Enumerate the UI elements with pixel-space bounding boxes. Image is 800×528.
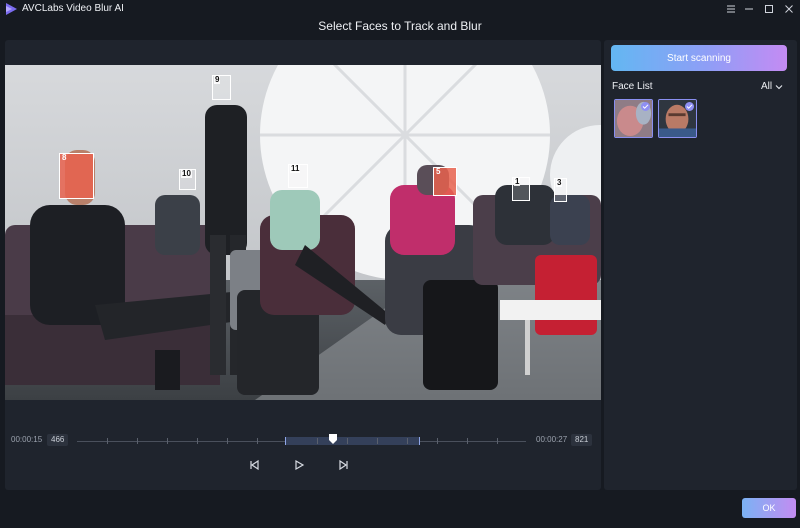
next-frame-icon[interactable] xyxy=(337,458,351,472)
tick xyxy=(167,438,168,444)
face-number: 9 xyxy=(214,75,221,84)
video-frame: 9 8 10 11 5 1 3 xyxy=(5,65,601,400)
face-thumbnail[interactable] xyxy=(614,99,653,138)
menu-icon[interactable] xyxy=(724,2,738,16)
face-filter-dropdown[interactable]: All xyxy=(761,81,783,92)
tick xyxy=(227,438,228,444)
ok-button[interactable]: OK xyxy=(742,498,796,518)
minimize-icon[interactable] xyxy=(742,2,756,16)
timeline: 00:00:15 466 00:00:27 821 xyxy=(5,434,601,448)
face-number: 3 xyxy=(556,178,563,187)
app-title: AVCLabs Video Blur AI xyxy=(22,3,124,14)
face-number: 10 xyxy=(181,169,192,178)
face-box[interactable]: 1 xyxy=(512,177,530,201)
face-number: 5 xyxy=(436,167,441,176)
face-number: 11 xyxy=(290,164,301,173)
maximize-icon[interactable] xyxy=(762,2,776,16)
timeline-track[interactable] xyxy=(77,434,526,446)
face-box[interactable]: 11 xyxy=(288,164,308,188)
face-box[interactable]: 9 xyxy=(212,75,231,100)
face-number: 8 xyxy=(62,153,67,162)
face-box[interactable]: 3 xyxy=(554,178,567,202)
tick xyxy=(257,438,258,444)
selected-check-icon xyxy=(685,102,694,111)
tick xyxy=(437,438,438,444)
face-box[interactable]: 5 xyxy=(433,167,457,196)
playback-controls xyxy=(5,458,601,472)
app-logo-icon xyxy=(6,3,17,15)
start-time: 00:00:15 xyxy=(11,435,43,444)
face-box[interactable]: 8 xyxy=(59,153,94,199)
playhead-handle[interactable] xyxy=(329,434,337,446)
tick xyxy=(497,438,498,444)
dialog-title: Select Faces to Track and Blur xyxy=(318,19,482,33)
video-player-panel: 9 8 10 11 5 1 3 00:00:15 466 00:00:27 82… xyxy=(5,40,601,490)
start-scanning-button[interactable]: Start scanning xyxy=(611,45,787,71)
end-frame[interactable]: 821 xyxy=(571,434,593,446)
selected-check-icon xyxy=(641,102,650,111)
filter-value: All xyxy=(761,81,773,92)
video-scene xyxy=(5,65,601,400)
face-list-panel: Start scanning Face List All xyxy=(604,40,797,490)
face-box[interactable]: 10 xyxy=(179,169,196,190)
face-number: 1 xyxy=(514,177,521,186)
face-list-label: Face List xyxy=(612,81,653,92)
title-bar: AVCLabs Video Blur AI xyxy=(0,0,800,18)
tick xyxy=(377,438,378,444)
play-icon[interactable] xyxy=(292,458,306,472)
chevron-down-icon xyxy=(775,84,783,89)
end-time: 00:00:27 xyxy=(536,435,568,444)
previous-frame-icon[interactable] xyxy=(247,458,261,472)
face-thumbnail[interactable] xyxy=(658,99,697,138)
close-icon[interactable] xyxy=(782,2,796,16)
tick xyxy=(137,438,138,444)
tick xyxy=(317,438,318,444)
tick xyxy=(197,438,198,444)
tick xyxy=(467,438,468,444)
tick xyxy=(347,438,348,444)
tick xyxy=(407,438,408,444)
start-frame[interactable]: 466 xyxy=(47,434,69,446)
tick xyxy=(107,438,108,444)
selected-range[interactable] xyxy=(285,437,420,445)
